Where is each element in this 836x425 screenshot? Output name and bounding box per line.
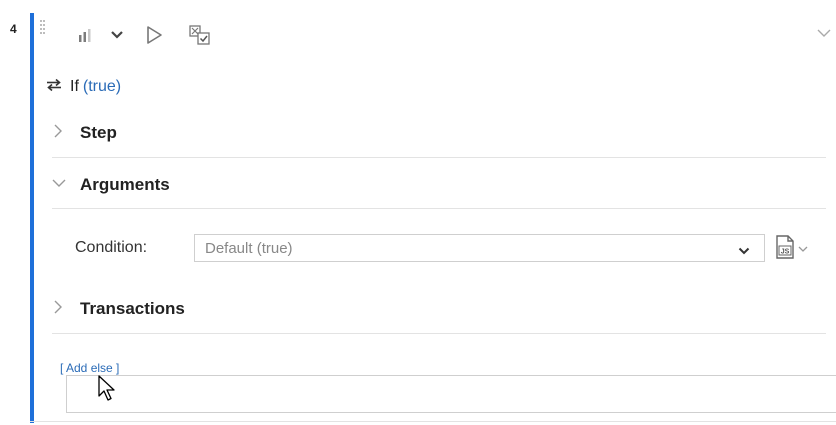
checkbox-toggle-icon[interactable] [188,24,212,51]
section-transactions-title: Transactions [80,299,185,318]
step-number: 4 [10,22,17,36]
drag-handle[interactable] [40,20,46,34]
condition-select[interactable]: Default (true) [194,234,765,262]
section-transactions-header[interactable]: Transactions [52,297,185,321]
chevron-down-icon [52,174,66,197]
divider [52,157,826,158]
bar-chart-icon[interactable] [76,24,98,49]
js-expression-button[interactable]: JS [773,233,817,263]
add-else-link[interactable]: [ Add else ] [60,361,119,375]
chevron-down-icon [738,243,750,261]
play-icon[interactable] [144,24,164,51]
svg-text:JS: JS [781,249,790,256]
js-file-icon: JS [773,233,797,266]
collapse-step-chevron-icon[interactable] [816,26,832,44]
condition-label: Condition: [75,239,148,256]
divider [52,333,826,334]
section-arguments-title: Arguments [80,175,170,194]
step-bottom-border [30,421,836,422]
condition-select-value: Default (true) [205,240,293,257]
swap-arrows-icon [46,78,62,97]
section-arguments-header[interactable]: Arguments [52,173,170,197]
section-step-header[interactable]: Step [52,121,117,145]
if-statement-row[interactable]: If (true) [46,76,121,98]
else-dropzone[interactable] [66,375,836,413]
chevron-right-icon [52,122,64,145]
chevron-right-icon [52,298,64,321]
chevron-down-icon[interactable] [109,24,125,49]
if-keyword: If [70,78,79,95]
step-accent-bar [30,13,34,423]
if-condition-link[interactable]: (true) [83,78,121,96]
divider [52,208,826,209]
mouse-cursor-icon [97,374,119,409]
chevron-down-icon [797,241,809,259]
section-step-title: Step [80,123,117,142]
